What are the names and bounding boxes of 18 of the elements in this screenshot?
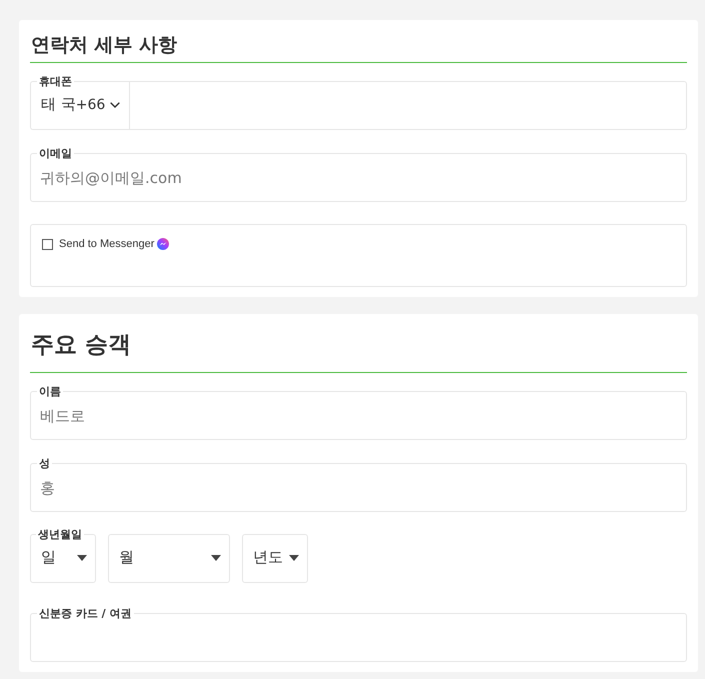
section-title: 연락처 세부 사항 — [30, 33, 178, 58]
chat-bubble-icon — [157, 238, 170, 250]
field-label: 성 — [37, 457, 52, 470]
phone-number-field[interactable] — [129, 81, 687, 130]
caret-icon — [289, 554, 299, 560]
field-label: 이름 — [37, 385, 63, 398]
dropdown[interactable]: 월 — [108, 534, 230, 583]
dropdown[interactable]: 년도 — [242, 534, 308, 583]
field-label: 이메일 — [37, 147, 74, 160]
field-label: 생년월일 — [36, 528, 84, 541]
chevron-down-icon — [110, 102, 120, 108]
checkbox-label[interactable]: Send to Messenger — [59, 237, 154, 251]
field-label: 휴대폰 — [37, 75, 74, 88]
field-label: 신분증 카드 / 여권 — [37, 607, 134, 620]
caret-icon — [77, 554, 87, 560]
section-title: 주요 승객 — [30, 331, 132, 360]
checkbox[interactable] — [42, 238, 53, 250]
caret-icon — [211, 554, 221, 560]
